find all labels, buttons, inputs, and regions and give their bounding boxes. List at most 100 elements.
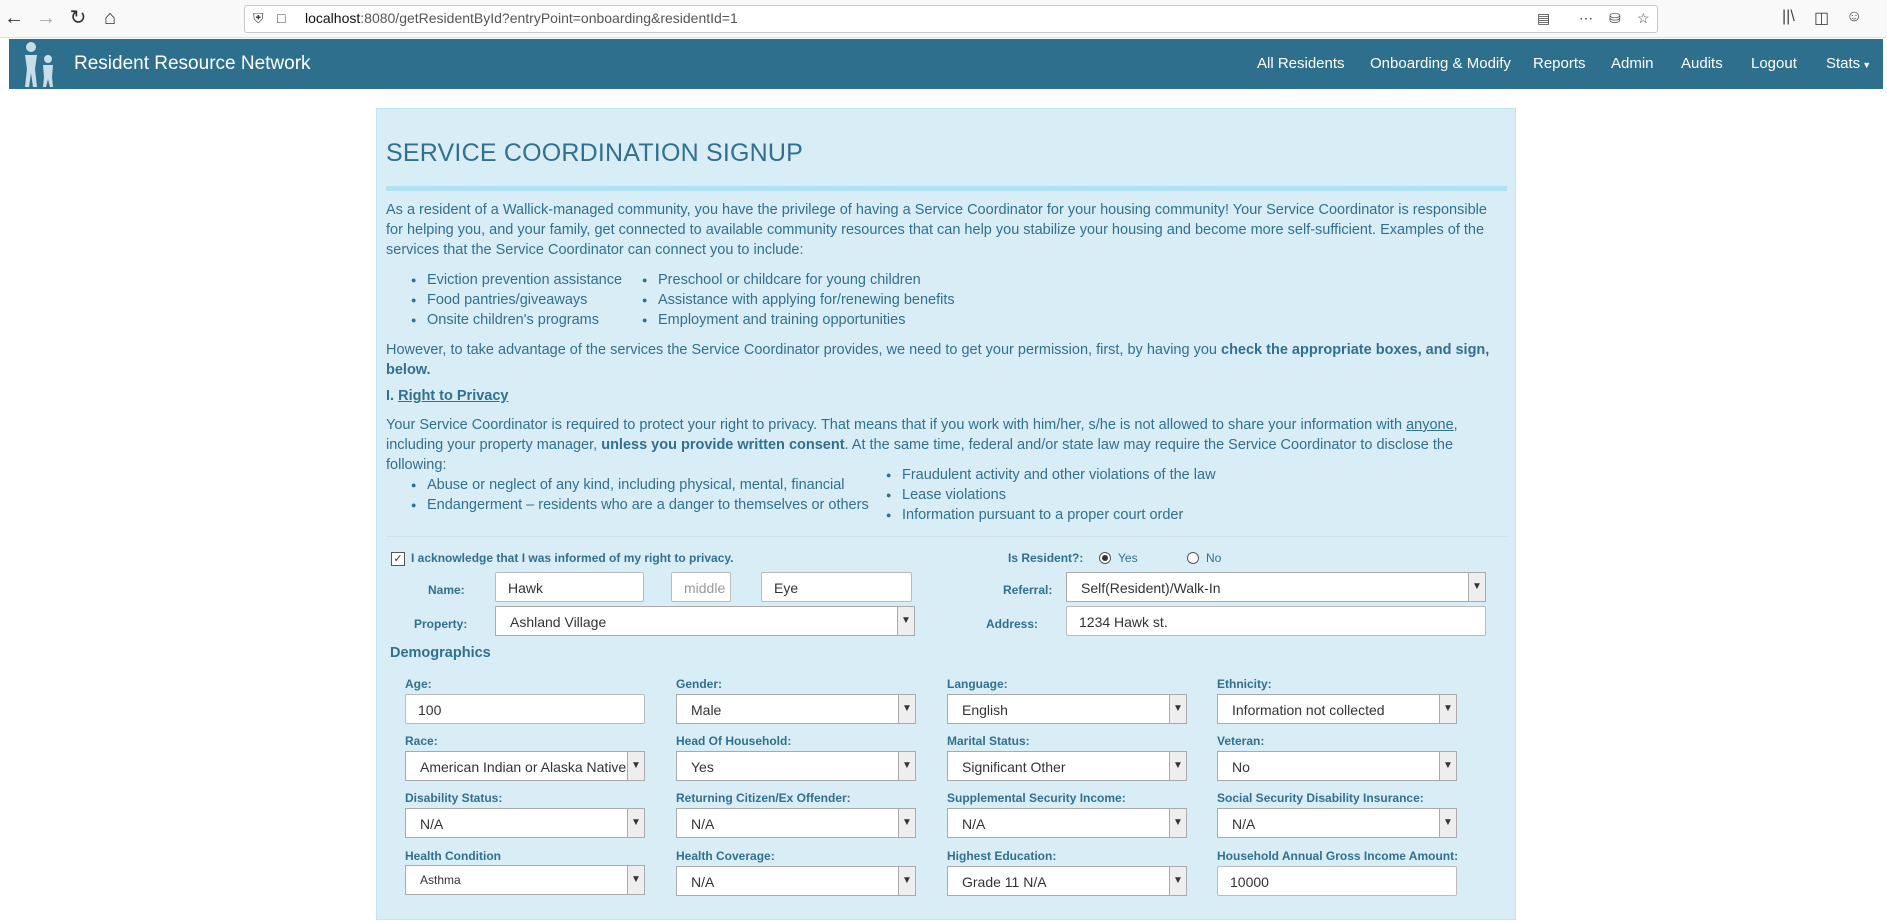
bookmark-star-icon[interactable]: ☆	[1637, 10, 1650, 27]
address-bar[interactable]: ⛨ □ localhost:8080/getResidentById?entry…	[244, 5, 1658, 33]
health-coverage-select[interactable]: N/A ▼	[676, 866, 916, 896]
gender-label: Gender:	[676, 677, 723, 691]
url-text: localhost:8080/getResidentById?entryPoin…	[305, 10, 738, 26]
nav-admin[interactable]: Admin	[1611, 55, 1654, 72]
returning-citizen-label: Returning Citizen/Ex Offender:	[676, 791, 851, 805]
chevron-down-icon: ▼	[1169, 695, 1186, 723]
marital-status-select[interactable]: Significant Other ▼	[947, 751, 1187, 781]
privacy-ack-label: I acknowledge that I was informed of my …	[411, 551, 734, 565]
gender-value: Male	[691, 702, 722, 718]
disability-status-select[interactable]: N/A ▼	[405, 808, 645, 838]
ssdi-value: N/A	[1232, 816, 1256, 832]
veteran-select[interactable]: No ▼	[1217, 751, 1457, 781]
permission-text: However, to take advantage of the servic…	[386, 342, 1221, 358]
name-label: Name:	[428, 583, 465, 597]
list-item: Endangerment – residents who are a dange…	[411, 495, 869, 515]
household-income-input[interactable]: 10000	[1217, 866, 1457, 896]
highest-education-label: Highest Education:	[947, 849, 1057, 863]
middle-name-input[interactable]: middle	[671, 572, 731, 602]
nav-logout[interactable]: Logout	[1751, 55, 1797, 72]
pocket-icon[interactable]: ⛁	[1609, 10, 1621, 27]
reload-icon[interactable]: ↻	[66, 6, 90, 30]
account-icon[interactable]: ☺	[1846, 8, 1862, 26]
last-name-input[interactable]: Eye	[761, 572, 912, 602]
resident-no-label: No	[1206, 551, 1222, 565]
nav-stats-dropdown[interactable]: Stats ▼	[1826, 55, 1871, 72]
browser-toolbar: ← → ↻ ⌂ ⛨ □ localhost:8080/getResidentBy…	[0, 0, 1887, 38]
intro-paragraph: As a resident of a Wallick-managed commu…	[386, 202, 1487, 258]
ssi-label: Supplemental Security Income:	[947, 791, 1126, 805]
marital-status-value: Significant Other	[962, 759, 1066, 775]
back-icon[interactable]: ←	[2, 6, 26, 30]
race-select[interactable]: American Indian or Alaska Native ▼	[405, 751, 645, 781]
highest-education-value: Grade 11 N/A	[962, 874, 1047, 890]
family-logo-icon	[25, 42, 53, 87]
list-item: Onsite children's programs	[411, 310, 622, 330]
head-of-household-value: Yes	[691, 759, 714, 775]
library-icon[interactable]: ||\	[1782, 8, 1795, 26]
brand-title[interactable]: Resident Resource Network	[74, 53, 311, 75]
list-item: Information pursuant to a proper court o…	[886, 505, 1216, 525]
property-value: Ashland Village	[510, 614, 607, 630]
highest-education-select[interactable]: Grade 11 N/A ▼	[947, 866, 1187, 896]
ssdi-select[interactable]: N/A ▼	[1217, 808, 1457, 838]
ethnicity-select[interactable]: Information not collected ▼	[1217, 694, 1457, 724]
health-condition-label: Health Condition	[405, 849, 501, 863]
health-coverage-label: Health Coverage:	[676, 849, 775, 863]
nav-reports[interactable]: Reports	[1533, 55, 1586, 72]
more-actions-icon[interactable]: ⋯	[1579, 10, 1593, 27]
age-input[interactable]: 100	[405, 694, 645, 724]
privacy-bold-text: unless you provide written consent	[601, 437, 845, 453]
reader-view-icon[interactable]: ▤	[1537, 10, 1550, 27]
chevron-down-icon: ▼	[1468, 573, 1485, 601]
returning-citizen-select[interactable]: N/A ▼	[676, 808, 916, 838]
head-of-household-select[interactable]: Yes ▼	[676, 751, 916, 781]
list-item: Eviction prevention assistance	[411, 270, 622, 290]
privacy-title-link[interactable]: Right to Privacy	[398, 388, 508, 404]
page-title: SERVICE COORDINATION SIGNUP	[386, 139, 804, 167]
property-label: Property:	[414, 617, 468, 631]
referral-value: Self(Resident)/Walk-In	[1081, 580, 1221, 596]
disability-status-label: Disability Status:	[405, 791, 503, 805]
permission-paragraph: However, to take advantage of the servic…	[386, 340, 1501, 380]
privacy-prefix: I.	[386, 388, 399, 404]
health-condition-select[interactable]: Asthma ▼	[405, 865, 645, 895]
chevron-down-icon: ▼	[1169, 867, 1186, 895]
privacy-ack-checkbox[interactable]: ✓	[391, 552, 405, 566]
app-navbar: Resident Resource Network All Residents …	[9, 39, 1883, 89]
forward-icon[interactable]: →	[34, 6, 58, 30]
resident-yes-label: Yes	[1118, 551, 1138, 565]
resident-yes-radio[interactable]	[1099, 552, 1111, 564]
chevron-down-icon: ▼	[897, 607, 914, 635]
first-name-input[interactable]: Hawk	[495, 572, 644, 602]
chevron-down-icon: ▼	[1439, 752, 1456, 780]
gender-select[interactable]: Male ▼	[676, 694, 916, 724]
referral-select[interactable]: Self(Resident)/Walk-In ▼	[1066, 572, 1486, 602]
ssi-select[interactable]: N/A ▼	[947, 808, 1187, 838]
home-icon[interactable]: ⌂	[98, 6, 122, 30]
ssi-value: N/A	[962, 816, 986, 832]
services-list-right: Preschool or childcare for young childre…	[642, 270, 955, 330]
language-select[interactable]: English ▼	[947, 694, 1187, 724]
list-item: Lease violations	[886, 485, 1216, 505]
property-select[interactable]: Ashland Village ▼	[495, 606, 915, 636]
list-item: Fraudulent activity and other violations…	[886, 465, 1216, 485]
sidebar-icon[interactable]: ◫	[1814, 8, 1829, 28]
is-resident-label: Is Resident?:	[1008, 551, 1084, 565]
nav-stats-label: Stats	[1826, 55, 1861, 72]
marital-status-label: Marital Status:	[947, 734, 1030, 748]
address-label: Address:	[986, 617, 1039, 631]
caret-down-icon: ▼	[1862, 60, 1872, 70]
nav-onboarding-modify[interactable]: Onboarding & Modify	[1370, 55, 1511, 72]
health-condition-value: Asthma	[420, 873, 461, 887]
chevron-down-icon: ▼	[898, 809, 915, 837]
privacy-heading: I. Right to Privacy	[386, 388, 508, 404]
nav-all-residents[interactable]: All Residents	[1257, 55, 1345, 72]
race-label: Race:	[405, 734, 438, 748]
resident-form: ✓ I acknowledge that I was informed of m…	[386, 536, 1507, 922]
nav-audits[interactable]: Audits	[1681, 55, 1723, 72]
resident-no-radio[interactable]	[1187, 552, 1199, 564]
language-label: Language:	[947, 677, 1008, 691]
address-input[interactable]: 1234 Hawk st.	[1066, 606, 1486, 636]
chevron-down-icon: ▼	[1169, 752, 1186, 780]
